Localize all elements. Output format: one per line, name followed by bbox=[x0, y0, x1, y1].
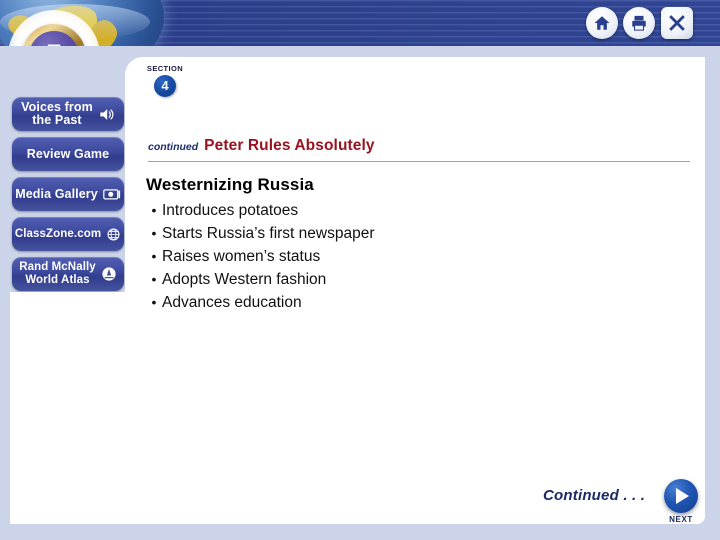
sidebar-item-media-gallery[interactable]: Media Gallery bbox=[12, 177, 124, 211]
continued-tag: continued bbox=[148, 141, 199, 153]
globe-hand-icon bbox=[106, 227, 121, 242]
close-icon[interactable] bbox=[661, 7, 693, 39]
list-item: • Starts Russia’s first newspaper bbox=[146, 222, 686, 245]
list-item-text: Advances education bbox=[162, 294, 302, 311]
list-item-text: Starts Russia’s first newspaper bbox=[162, 225, 375, 242]
lesson-title-row: continued Peter Rules Absolutely bbox=[148, 137, 693, 155]
next-button[interactable]: NEXT bbox=[659, 479, 703, 524]
sidebar-item-label: Voices from the Past bbox=[21, 100, 93, 127]
home-icon[interactable] bbox=[586, 7, 618, 39]
speaker-icon bbox=[98, 107, 115, 122]
bullet-marker: • bbox=[151, 294, 157, 310]
list-item-text: Raises women’s status bbox=[162, 248, 321, 265]
sidebar-item-classzone[interactable]: ClassZone.com bbox=[12, 217, 124, 251]
sidebar-item-review-game[interactable]: Review Game bbox=[12, 137, 124, 171]
sidebar-item-label: Media Gallery bbox=[15, 186, 98, 201]
list-item: • Advances education bbox=[146, 291, 686, 314]
page-title: Peter Rules Absolutely bbox=[204, 137, 375, 154]
body-content: Westernizing Russia • Introduces potatoes… bbox=[146, 175, 686, 314]
bullet-marker: • bbox=[151, 271, 157, 287]
list-item-text: Adopts Western fashion bbox=[162, 271, 327, 288]
list-item: • Adopts Western fashion bbox=[146, 268, 686, 291]
list-item-text: Introduces potatoes bbox=[162, 202, 299, 219]
sidebar-item-label: Review Game bbox=[26, 146, 110, 161]
list-item: • Introduces potatoes bbox=[146, 199, 686, 222]
section-number: 4 bbox=[154, 75, 176, 97]
bullet-list: • Introduces potatoes • Starts Russia’s fi… bbox=[146, 199, 686, 314]
section-badge: SECTION 4 bbox=[145, 64, 185, 97]
camera-icon bbox=[103, 187, 121, 201]
bullet-marker: • bbox=[151, 225, 157, 241]
bullet-marker: • bbox=[151, 202, 157, 218]
atlas-icon bbox=[101, 266, 117, 282]
section-heading: Westernizing Russia bbox=[146, 175, 314, 194]
sidebar: Voices from the Past Review Game Media Ga… bbox=[8, 46, 128, 294]
sidebar-item-voices-from-the-past[interactable]: Voices from the Past bbox=[12, 97, 124, 131]
chapter-number: 5 bbox=[29, 31, 79, 46]
sidebar-item-rand-mcnally-world-atlas[interactable]: Rand McNally World Atlas bbox=[12, 257, 124, 291]
continued-status: Continued . . . bbox=[543, 487, 646, 504]
list-item: • Raises women’s status bbox=[146, 245, 686, 268]
next-arrow-icon bbox=[664, 479, 698, 513]
section-label: SECTION bbox=[146, 64, 184, 73]
print-icon[interactable] bbox=[623, 7, 655, 39]
sidebar-item-label: ClassZone.com bbox=[14, 227, 102, 240]
sidebar-item-label: Rand McNally World Atlas bbox=[19, 261, 96, 286]
next-button-label: NEXT bbox=[669, 515, 693, 524]
top-banner: 5 bbox=[0, 0, 720, 46]
bullet-marker: • bbox=[151, 248, 157, 264]
title-divider bbox=[148, 161, 690, 162]
